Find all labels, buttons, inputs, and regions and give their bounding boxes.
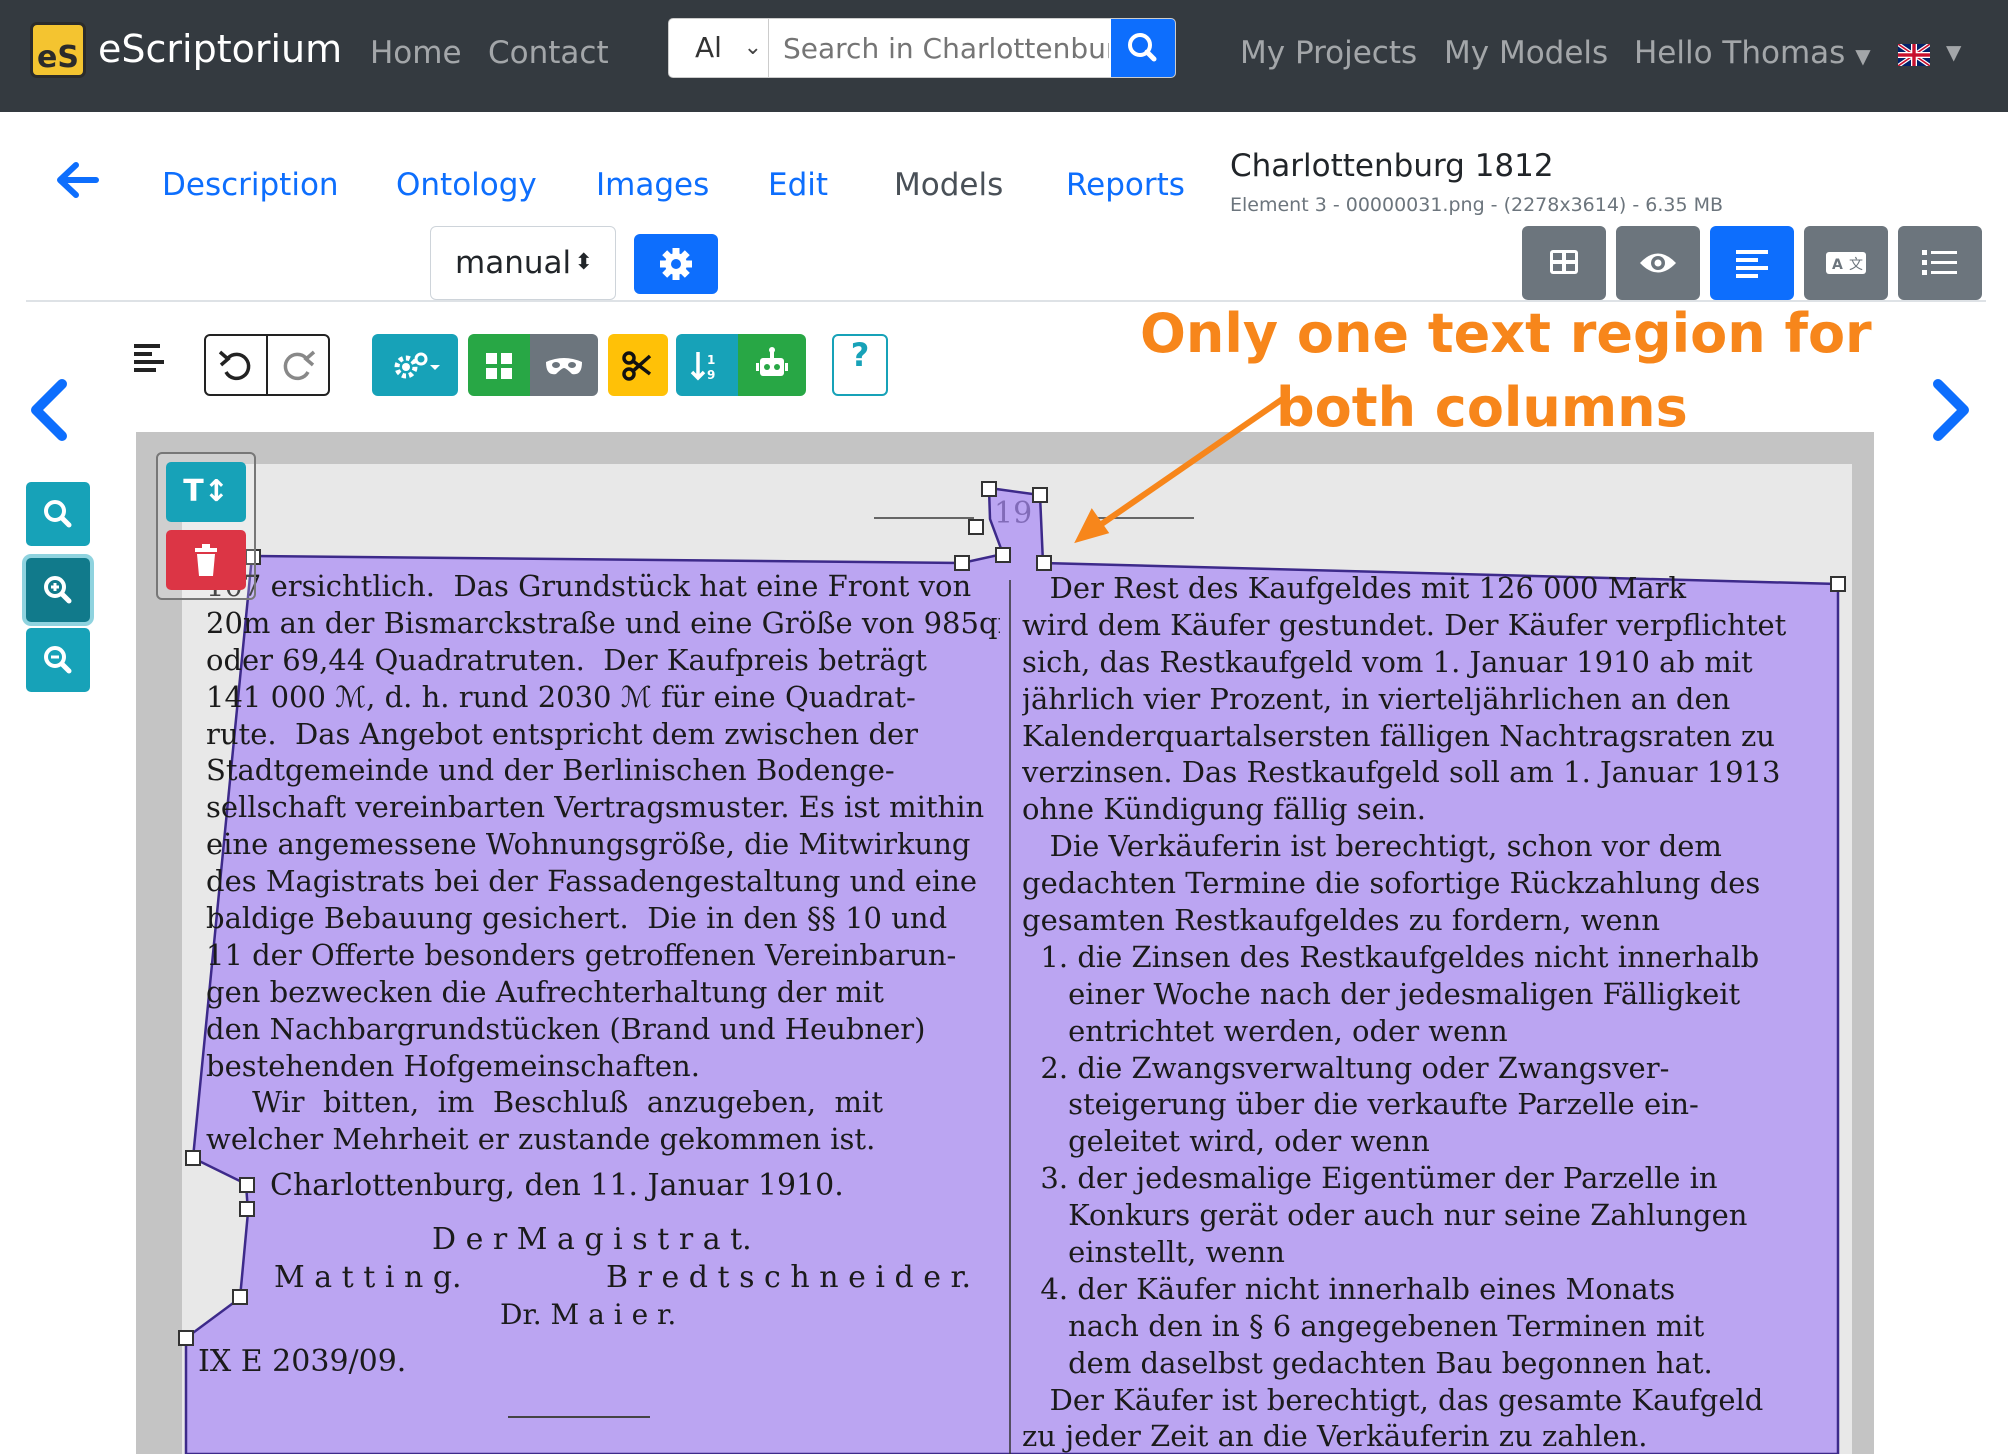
text-line[interactable]: geleitet wird, oder wenn: [1022, 1123, 1828, 1160]
text-line[interactable]: 2. die Zwangsverwaltung oder Zwangsver-: [1022, 1050, 1828, 1087]
text-line[interactable]: gen bezwecken die Aufrechterhaltung der …: [206, 974, 1000, 1011]
signature-authority: D e r M a g i s t r a t.: [432, 1222, 752, 1257]
text-line[interactable]: 4. der Käufer nicht innerhalb eines Mona…: [1022, 1271, 1828, 1308]
text-line[interactable]: nach den in § 6 angegebenen Terminen mit: [1022, 1308, 1828, 1345]
text-line[interactable]: gedachten Termine die sofortige Rückzahl…: [1022, 865, 1828, 902]
text-line[interactable]: 20m an der Bismarckstraße und eine Größe…: [206, 605, 1000, 642]
text-line[interactable]: ohne Kündigung fällig sein.: [1022, 791, 1828, 828]
text-line[interactable]: verzinsen. Das Restkaufgeld soll am 1. J…: [1022, 754, 1828, 791]
text-line[interactable]: eine angemessene Wohnungsgröße, die Mitw…: [206, 826, 1000, 863]
text-line[interactable]: zu jeder Zeit an die Verkäuferin zu zahl…: [1022, 1418, 1828, 1455]
signature-place-date: Charlottenburg, den 11. Januar 1910.: [270, 1168, 844, 1203]
text-line[interactable]: sich, das Restkaufgeld vom 1. Januar 191…: [1022, 644, 1828, 681]
text-line[interactable]: Der Käufer ist berechtigt, das gesamte K…: [1022, 1382, 1828, 1419]
text-line[interactable]: Wir bitten, im Beschluß anzugeben, mit: [206, 1084, 1000, 1121]
text-line[interactable]: 11 der Offerte besonders getroffenen Ver…: [206, 937, 1000, 974]
text-line[interactable]: des Magistrats bei der Fassadengestaltun…: [206, 863, 1000, 900]
text-line[interactable]: Der Rest des Kaufgeldes mit 126 000 Mark: [1022, 570, 1828, 607]
text-line[interactable]: Die Verkäuferin ist berechtigt, schon vo…: [1022, 828, 1828, 865]
text-line[interactable]: 3. der jedesmalige Eigentümer der Parzel…: [1022, 1160, 1828, 1197]
signature-name-bredtschneider: B r e d t s c h n e i d e r.: [606, 1260, 972, 1295]
text-line[interactable]: gesamten Restkaufgeldes zu fordern, wenn: [1022, 902, 1828, 939]
signature-name-matting: M a t t i n g.: [274, 1260, 462, 1295]
text-line[interactable]: 107 ersichtlich. Das Grundstück hat eine…: [206, 568, 1000, 605]
reference-number: IX E 2039/09.: [198, 1344, 407, 1379]
annotation-arrowhead: [1074, 508, 1110, 544]
text-line[interactable]: steigerung über die verkaufte Parzelle e…: [1022, 1086, 1828, 1123]
text-line[interactable]: 141 000 ℳ, d. h. rund 2030 ℳ für eine Qu…: [206, 679, 1000, 716]
text-line[interactable]: jährlich vier Prozent, in vierteljährlic…: [1022, 681, 1828, 718]
text-line[interactable]: dem daselbst gedachten Bau begonnen hat.: [1022, 1345, 1828, 1382]
footnote-rule: [508, 1416, 650, 1418]
text-line[interactable]: Kalenderquartalsersten fälligen Nachtrag…: [1022, 718, 1828, 755]
text-line[interactable]: rute. Das Angebot entspricht dem zwische…: [206, 716, 1000, 753]
text-line[interactable]: 1. die Zinsen des Restkaufgeldes nicht i…: [1022, 939, 1828, 976]
annotation-arrow-line: [1088, 395, 1286, 535]
text-line[interactable]: sellschaft vereinbarten Vertragsmuster. …: [206, 789, 1000, 826]
text-line[interactable]: welcher Mehrheit er zustande gekommen is…: [206, 1121, 1000, 1158]
text-line[interactable]: einstellt, wenn: [1022, 1234, 1828, 1271]
signature-name-maier: Dr. M a i e r.: [500, 1298, 677, 1331]
text-line[interactable]: den Nachbargrundstücken (Brand und Heubn…: [206, 1011, 1000, 1048]
text-line[interactable]: bestehenden Hofgemeinschaften.: [206, 1048, 1000, 1085]
delete-region-button[interactable]: [166, 530, 246, 590]
text-line[interactable]: oder 69,44 Quadratruten. Der Kaufpreis b…: [206, 642, 1000, 679]
trash-icon: [195, 544, 217, 576]
right-column-text: Der Rest des Kaufgeldes mit 126 000 Mark…: [1022, 570, 1828, 1455]
text-line[interactable]: baldige Bebauung gesichert. Die in den §…: [206, 900, 1000, 937]
text-line[interactable]: entrichtet werden, oder wenn: [1022, 1013, 1828, 1050]
text-line[interactable]: wird dem Käufer gestundet. Der Käufer ve…: [1022, 607, 1828, 644]
text-line[interactable]: einer Woche nach der jedesmaligen Fällig…: [1022, 976, 1828, 1013]
text-line[interactable]: Konkurs gerät oder auch nur seine Zahlun…: [1022, 1197, 1828, 1234]
left-column-text: 107 ersichtlich. Das Grundstück hat eine…: [206, 568, 1000, 1158]
text-line[interactable]: Stadtgemeinde und der Berlinischen Boden…: [206, 752, 1000, 789]
set-region-type-button[interactable]: T↕: [166, 462, 246, 522]
